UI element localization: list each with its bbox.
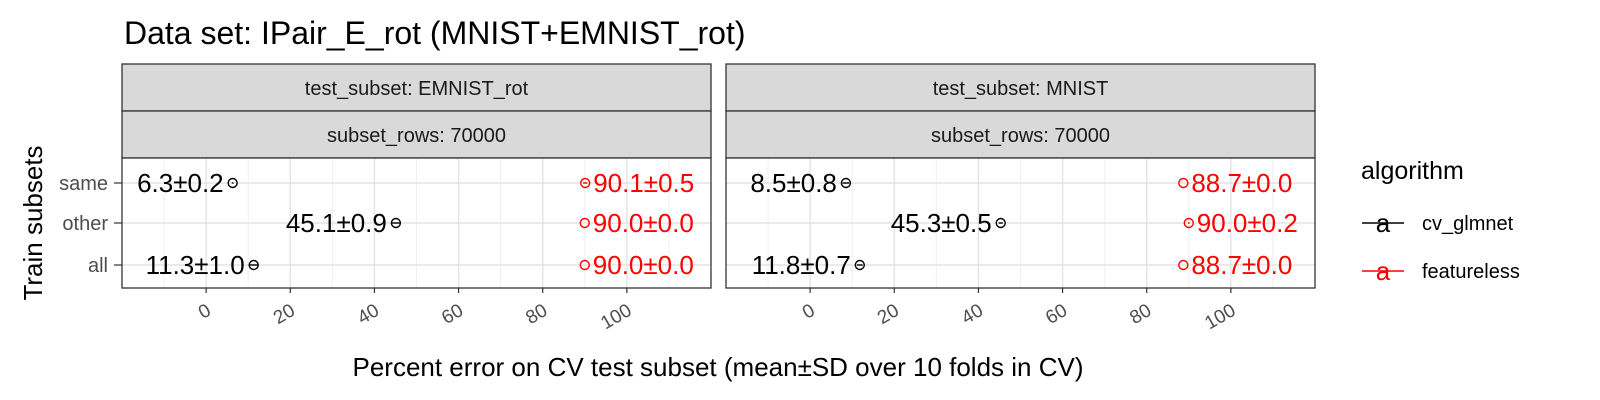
legend: algorithma cv_glmneta featureless bbox=[1361, 157, 1520, 286]
x-tick-label: 0 bbox=[799, 300, 819, 323]
x-tick-label: 100 bbox=[597, 300, 635, 334]
facet-strip-top-label: test_subset: MNIST bbox=[933, 78, 1109, 100]
x-tick-label: 80 bbox=[1126, 300, 1155, 329]
facet-panels: test_subset: EMNIST_rot subset_rows: 7000… bbox=[59, 63, 1316, 334]
x-tick-label: 40 bbox=[958, 300, 987, 329]
x-tick-label: 60 bbox=[438, 300, 467, 329]
data-label: 11.3±1.0 bbox=[146, 250, 245, 280]
facet-panel: test_subset: EMNIST_rot subset_rows: 7000… bbox=[121, 63, 712, 334]
x-tick-label: 40 bbox=[354, 300, 383, 329]
legend-title: algorithm bbox=[1361, 157, 1464, 185]
facet-strip-top-label: test_subset: EMNIST_rot bbox=[305, 78, 529, 100]
legend-entry-label: featureless bbox=[1422, 261, 1520, 283]
data-label: 45.1±0.9 bbox=[286, 208, 387, 238]
y-tick-label: other bbox=[62, 213, 108, 235]
chart-title: Data set: IPair_E_rot (MNIST+EMNIST_rot) bbox=[124, 15, 746, 51]
legend-entry: a featureless bbox=[1362, 256, 1520, 286]
data-label: 6.3±0.2 bbox=[137, 168, 224, 198]
x-tick-label: 0 bbox=[195, 300, 215, 323]
data-label: 88.7±0.0 bbox=[1191, 250, 1292, 280]
legend-key-glyph: a bbox=[1376, 256, 1391, 286]
facet-strip-bottom-label: subset_rows: 70000 bbox=[931, 125, 1110, 147]
x-tick-label: 100 bbox=[1201, 300, 1239, 334]
x-axis-title: Percent error on CV test subset (mean±SD… bbox=[352, 352, 1083, 382]
legend-key-glyph: a bbox=[1376, 208, 1391, 238]
y-tick-label: same bbox=[59, 173, 108, 195]
x-tick-label: 80 bbox=[522, 300, 551, 329]
data-label: 45.3±0.5 bbox=[891, 208, 992, 238]
legend-entry: a cv_glmnet bbox=[1362, 208, 1514, 238]
x-tick-label: 20 bbox=[874, 300, 903, 329]
x-tick-label: 20 bbox=[270, 300, 299, 329]
legend-entry-label: cv_glmnet bbox=[1422, 213, 1514, 235]
y-axis: same other all bbox=[59, 173, 122, 277]
facet-strip-bottom-label: subset_rows: 70000 bbox=[327, 125, 506, 147]
facet-panel: test_subset: MNIST subset_rows: 70000 0 20 4… bbox=[725, 63, 1316, 334]
y-tick-label: all bbox=[88, 255, 108, 277]
data-label: 88.7±0.0 bbox=[1191, 168, 1292, 198]
data-label: 90.0±0.0 bbox=[593, 250, 694, 280]
data-label: 90.0±0.0 bbox=[593, 208, 694, 238]
data-label: 8.5±0.8 bbox=[750, 168, 837, 198]
data-label: 11.8±0.7 bbox=[752, 250, 851, 280]
y-axis-title: Train subsets bbox=[18, 145, 48, 300]
chart: Data set: IPair_E_rot (MNIST+EMNIST_rot)… bbox=[18, 15, 1520, 382]
x-tick-label: 60 bbox=[1042, 300, 1071, 329]
data-label: 90.1±0.5 bbox=[593, 168, 694, 198]
data-label: 90.0±0.2 bbox=[1197, 208, 1298, 238]
